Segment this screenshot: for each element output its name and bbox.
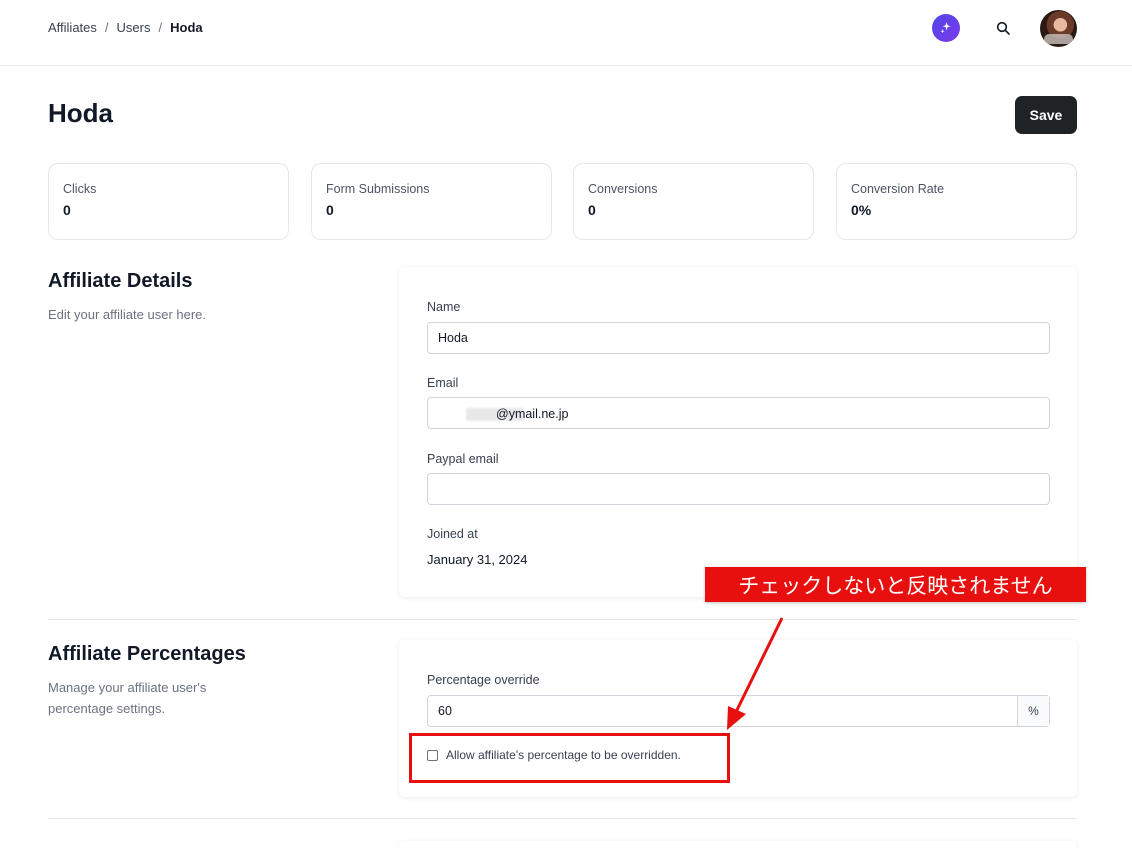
annotation-callout: チェックしないと反映されません — [705, 567, 1086, 602]
annotation-arrow — [727, 617, 784, 730]
annotation-highlight-box — [409, 733, 730, 783]
